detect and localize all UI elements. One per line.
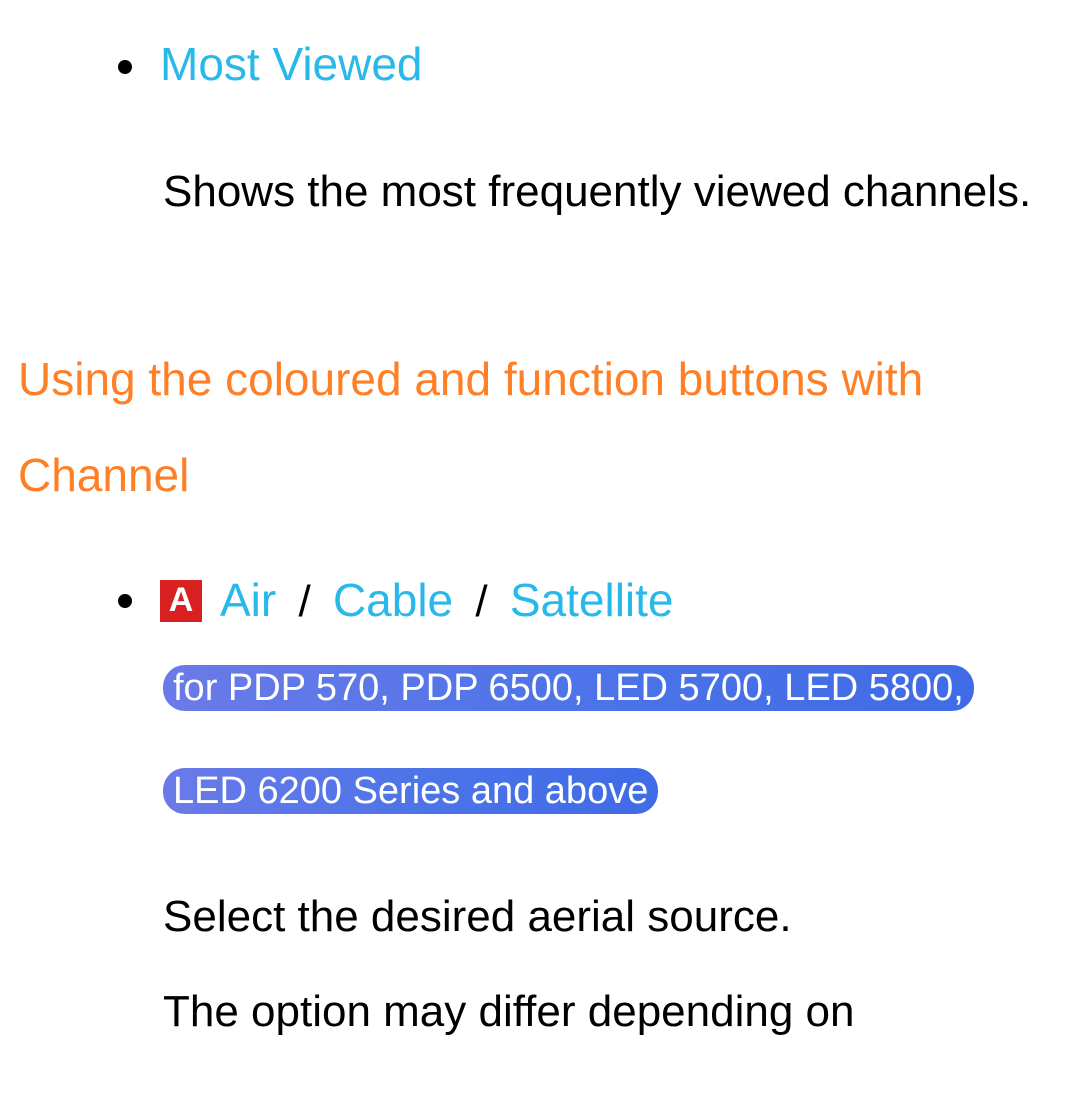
- bullet-item-most-viewed: Most Viewed Shows the most frequently vi…: [118, 30, 1045, 241]
- series-compatibility-note: for PDP 570, PDP 6500, LED 5700, LED 580…: [163, 665, 974, 814]
- most-viewed-title: Most Viewed: [160, 30, 423, 99]
- most-viewed-description: Shows the most frequently viewed channel…: [163, 144, 1045, 241]
- source-satellite: Satellite: [510, 574, 674, 626]
- desc-line-1: Select the desired aerial source.: [163, 870, 1045, 965]
- separator: /: [475, 577, 487, 626]
- bullet-icon: [118, 60, 132, 74]
- desc-line-2: The option may differ depending on: [163, 965, 1045, 1060]
- source-air: Air: [220, 574, 276, 626]
- a-button-icon: A: [160, 580, 202, 622]
- source-cable: Cable: [333, 574, 453, 626]
- bullet-item-air-cable-satellite: A Air / Cable / Satellite for PDP 570, P…: [118, 564, 1045, 1060]
- aerial-source-description: Select the desired aerial source. The op…: [163, 870, 1045, 1059]
- section-heading: Using the coloured and function buttons …: [18, 331, 1045, 524]
- bullet-icon: [118, 594, 132, 608]
- separator: /: [298, 577, 310, 626]
